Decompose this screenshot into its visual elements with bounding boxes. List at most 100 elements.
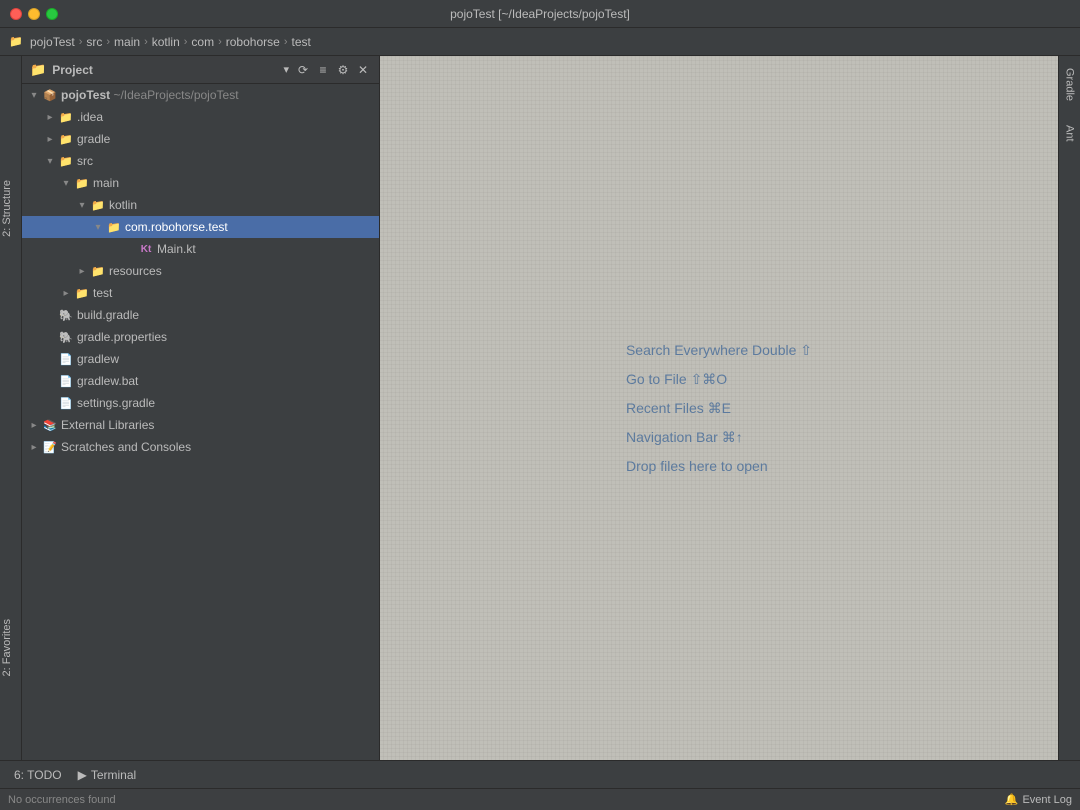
tree-item-test[interactable]: 📁 test (22, 282, 379, 304)
breadcrumb-sep-3: › (184, 36, 188, 48)
structure-tab-label: 2: Structure (1, 180, 13, 237)
folder-resources-icon: 📁 (90, 263, 106, 279)
tree-item-gradlew[interactable]: 📄 gradlew (22, 348, 379, 370)
arrow-gradleprops (42, 329, 58, 345)
folder-idea-icon: 📁 (58, 109, 74, 125)
file-kt-icon: Kt (138, 241, 154, 257)
status-right: 🔔 Event Log (1005, 793, 1072, 806)
tree-item-pkg[interactable]: 📁 com.robohorse.test (22, 216, 379, 238)
tree-item-settings[interactable]: 📄 settings.gradle (22, 392, 379, 414)
tree-item-scratches[interactable]: 📝 Scratches and Consoles (22, 436, 379, 458)
hint-goto-file: Go to File ⇧⌘O (626, 371, 727, 388)
tree-item-gradleprops[interactable]: 🐘 gradle.properties (22, 326, 379, 348)
breadcrumb-item-4[interactable]: com (191, 35, 214, 49)
panel-settings-icon[interactable]: ⚙ (335, 62, 351, 78)
favorites-tab-label: 2: Favorites (1, 619, 13, 676)
file-gradlew-icon: 📄 (58, 351, 74, 367)
file-gradlewbat-icon: 📄 (58, 373, 74, 389)
breadcrumb-label-3: kotlin (152, 35, 180, 49)
breadcrumb-item-6[interactable]: test (291, 35, 310, 49)
tree-item-buildgradle[interactable]: 🐘 build.gradle (22, 304, 379, 326)
tree-label-buildgradle: build.gradle (77, 308, 139, 322)
event-log-label: Event Log (1022, 794, 1072, 806)
tree-label-idea: .idea (77, 110, 103, 124)
gradle-tab[interactable]: Gradle (1061, 64, 1079, 105)
right-sidebar: Gradle Ant (1058, 56, 1080, 760)
tree-item-kotlin[interactable]: 📁 kotlin (22, 194, 379, 216)
maximize-button[interactable] (46, 8, 58, 20)
ant-tab[interactable]: Ant (1061, 121, 1079, 146)
tree-label-gradle-dir: gradle (77, 132, 110, 146)
tree-item-main[interactable]: 📁 main (22, 172, 379, 194)
tree-item-idea[interactable]: 📁 .idea (22, 106, 379, 128)
hint-drop-files: Drop files here to open (626, 458, 768, 474)
arrow-settings (42, 395, 58, 411)
breadcrumb-item-0[interactable]: 📁 pojoTest (8, 34, 75, 50)
tree-item-resources[interactable]: 📁 resources (22, 260, 379, 282)
folder-kotlin-icon: 📁 (90, 197, 106, 213)
arrow-gradlewbat (42, 373, 58, 389)
file-settings-icon: 📄 (58, 395, 74, 411)
shortcut-recent: ⌘E (708, 400, 731, 416)
event-log-button[interactable]: 🔔 Event Log (1005, 793, 1072, 806)
arrow-gradle-dir (42, 131, 58, 147)
editor-hints: Search Everywhere Double ⇧ Go to File ⇧⌘… (626, 342, 812, 474)
arrow-idea (42, 109, 58, 125)
todo-tab-label: 6: TODO (14, 768, 62, 782)
status-bar: No occurrences found 🔔 Event Log (0, 788, 1080, 810)
favorites-tab[interactable]: 2: Favorites (0, 615, 16, 680)
bottom-bar: 6: TODO ▶ Terminal (0, 760, 1080, 788)
tree-label-pojotest: pojoTest ~/IdeaProjects/pojoTest (61, 88, 239, 102)
terminal-tab[interactable]: ▶ Terminal (72, 766, 143, 784)
file-gradleprops-icon: 🐘 (58, 329, 74, 345)
titlebar: pojoTest [~/IdeaProjects/pojoTest] (0, 0, 1080, 28)
arrow-resources (74, 263, 90, 279)
arrow-kotlin (74, 197, 90, 213)
breadcrumb-sep-5: › (284, 36, 288, 48)
collapse-all-icon[interactable]: ≡ (315, 62, 331, 78)
breadcrumb-toolbar: 📁 pojoTest › src › main › kotlin › com ›… (0, 28, 1080, 56)
breadcrumb-item-2[interactable]: main (114, 35, 140, 49)
tree-label-test: test (93, 286, 112, 300)
close-button[interactable] (10, 8, 22, 20)
tree-item-pojotest[interactable]: 📦 pojoTest ~/IdeaProjects/pojoTest (22, 84, 379, 106)
terminal-tab-label: Terminal (91, 768, 136, 782)
breadcrumb-sep-0: › (79, 36, 83, 48)
panel-actions: ⟳ ≡ ⚙ ✕ (295, 62, 371, 78)
project-icon: 📁 (8, 34, 24, 50)
tree-item-extlibs[interactable]: 📚 External Libraries (22, 414, 379, 436)
sync-icon[interactable]: ⟳ (295, 62, 311, 78)
project-icon: 📦 (42, 87, 58, 103)
arrow-src (42, 153, 58, 169)
panel-title: Project (52, 63, 277, 77)
project-folder-icon: 📁 (30, 62, 46, 78)
tree-item-gradlewbat[interactable]: 📄 gradlew.bat (22, 370, 379, 392)
tree-label-mainkt: Main.kt (157, 242, 196, 256)
folder-pkg-icon: 📁 (106, 219, 122, 235)
status-message: No occurrences found (8, 794, 116, 806)
breadcrumb-label-4: com (191, 35, 214, 49)
close-panel-icon[interactable]: ✕ (355, 62, 371, 78)
arrow-extlibs (26, 417, 42, 433)
tree-label-pkg: com.robohorse.test (125, 220, 228, 234)
ant-tab-label: Ant (1064, 125, 1076, 142)
structure-tab[interactable]: 2: Structure (0, 176, 16, 241)
folder-src-icon: 📁 (58, 153, 74, 169)
tree-item-gradle-dir[interactable]: 📁 gradle (22, 128, 379, 150)
tree-item-mainkt[interactable]: Kt Main.kt (22, 238, 379, 260)
minimize-button[interactable] (28, 8, 40, 20)
arrow-pojotest (26, 87, 42, 103)
panel-dropdown-arrow[interactable]: ▾ (283, 63, 289, 76)
breadcrumb-item-5[interactable]: robohorse (226, 35, 280, 49)
shortcut-search: Double ⇧ (752, 342, 812, 358)
todo-tab[interactable]: 6: TODO (8, 766, 68, 784)
breadcrumb-sep-2: › (144, 36, 148, 48)
breadcrumb-item-3[interactable]: kotlin (152, 35, 180, 49)
breadcrumb-item-1[interactable]: src (86, 35, 102, 49)
tree-item-src[interactable]: 📁 src (22, 150, 379, 172)
file-gradle-icon: 🐘 (58, 307, 74, 323)
arrow-mainkt (122, 241, 138, 257)
tree-label-main: main (93, 176, 119, 190)
terminal-tab-icon: ▶ (78, 768, 87, 782)
tree-label-src: src (77, 154, 93, 168)
